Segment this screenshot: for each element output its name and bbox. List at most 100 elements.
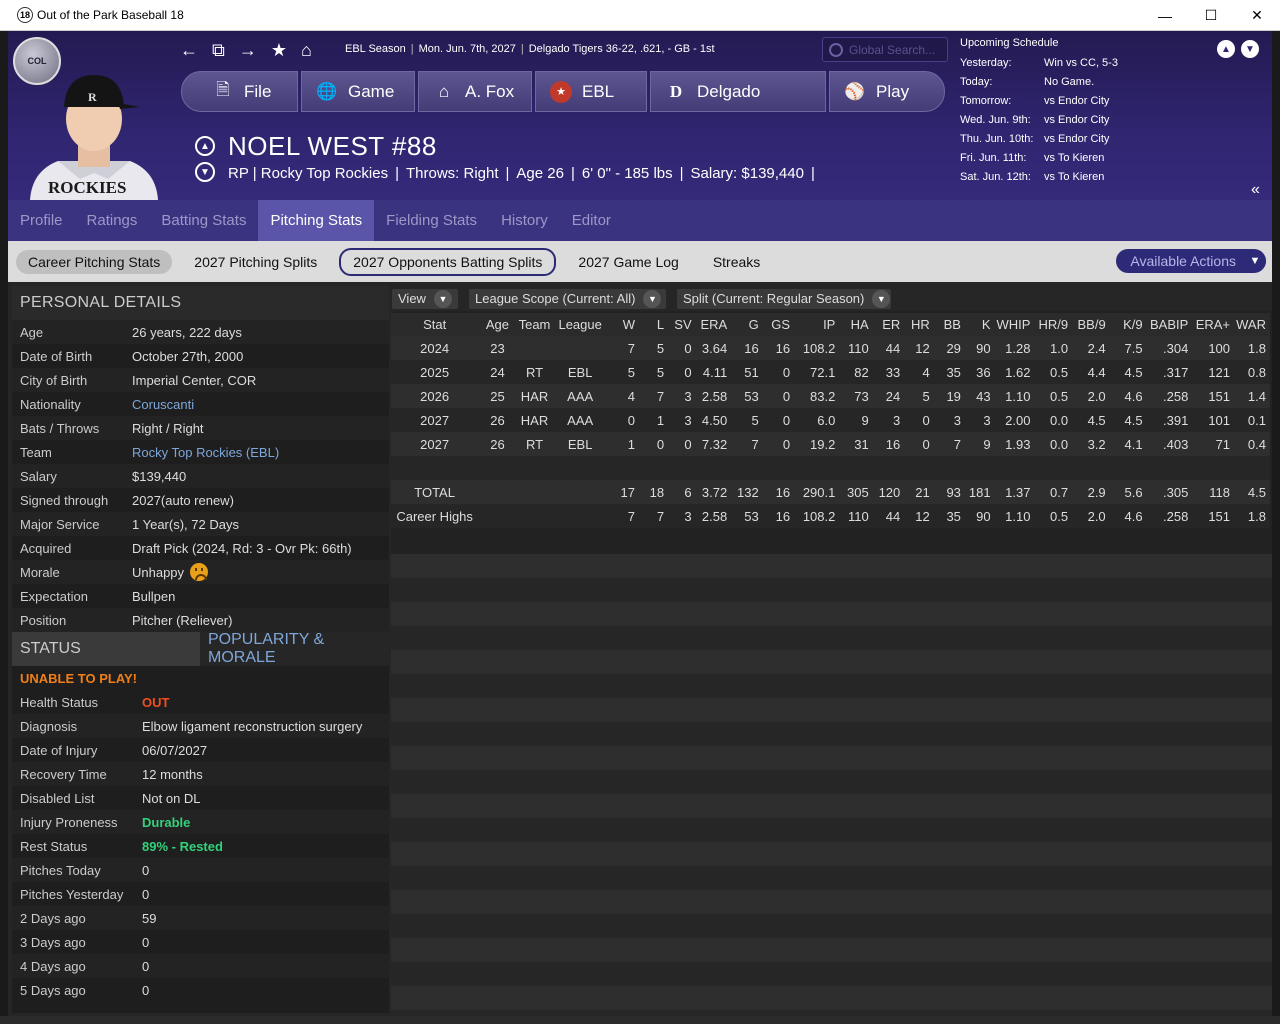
column-header[interactable]: HR — [904, 313, 934, 336]
tab-editor[interactable]: Editor — [560, 200, 623, 241]
split-dropdown[interactable]: Split (Current: Regular Season) ▼ — [677, 288, 891, 309]
status-value: Durable — [142, 814, 191, 830]
column-header[interactable]: GS — [762, 313, 795, 336]
copy-icon[interactable]: ⧉ — [212, 40, 225, 61]
column-header[interactable]: Age — [482, 313, 517, 336]
home-outline-icon: ⌂ — [438, 81, 450, 101]
tab-ratings[interactable]: Ratings — [75, 200, 150, 241]
back-arrow-icon[interactable]: ← — [180, 40, 198, 61]
tab-pitching-stats[interactable]: Pitching Stats — [258, 200, 375, 241]
column-header[interactable]: W — [608, 313, 639, 336]
table-cell: 1.0 — [1034, 336, 1073, 360]
column-header[interactable]: Team — [516, 313, 557, 336]
column-header[interactable]: K — [964, 313, 995, 336]
table-cell: 3 — [933, 408, 965, 432]
column-header[interactable]: HR/9 — [1034, 313, 1073, 336]
table-cell: 1.4 — [1234, 384, 1270, 408]
star-icon[interactable]: ★ — [271, 40, 287, 61]
subtab-pitching-splits[interactable]: 2027 Pitching Splits — [182, 250, 329, 274]
forward-arrow-icon[interactable]: → — [239, 40, 257, 61]
table-cell — [994, 456, 1035, 480]
details-panel: PERSONAL DETAILS Age 26 years, 222 days Da… — [12, 286, 389, 1013]
subtab-game-log[interactable]: 2027 Game Log — [566, 250, 690, 274]
global-search-input[interactable]: Global Search... — [822, 37, 948, 62]
tab-fielding-stats[interactable]: Fielding Stats — [374, 200, 489, 241]
column-header[interactable]: ERA+ — [1192, 313, 1235, 336]
next-player-button[interactable]: ▼ — [195, 162, 215, 182]
status-tab[interactable]: STATUS — [12, 632, 200, 666]
column-header[interactable]: K/9 — [1109, 313, 1147, 336]
play-button[interactable]: ⚾ Play — [829, 71, 945, 112]
table-cell: 2027 — [391, 432, 483, 456]
manager-button[interactable]: ⌂ A. Fox — [418, 71, 532, 112]
detail-value: Unhappy — [132, 564, 185, 580]
table-cell: 3 — [964, 408, 995, 432]
column-header[interactable]: ER — [872, 313, 905, 336]
maximize-button[interactable]: ☐ — [1188, 0, 1234, 31]
view-dropdown[interactable]: View ▼ — [392, 288, 458, 309]
table-cell: 2025 — [391, 360, 483, 384]
tab-profile[interactable]: Profile — [8, 200, 75, 241]
column-header[interactable]: League — [556, 313, 608, 336]
status-row: Diagnosis Elbow ligament reconstruction s… — [12, 714, 389, 738]
table-cell: 118 — [1192, 480, 1235, 504]
minimize-button[interactable]: — — [1142, 0, 1188, 31]
available-actions-dropdown[interactable]: Available Actions ▼ — [1116, 249, 1266, 273]
game-button[interactable]: 🌐 Game — [301, 71, 415, 112]
team-button[interactable]: D Delgado — [650, 71, 826, 112]
chevron-down-icon: ▼ — [872, 289, 891, 308]
schedule-up-button[interactable]: ▲ — [1217, 40, 1235, 58]
column-header[interactable]: IP — [794, 313, 840, 336]
stats-panel: View ▼ League Scope (Current: All) ▼ Split… — [391, 286, 1272, 1013]
previous-player-button[interactable]: ▲ — [195, 136, 215, 156]
table-cell: 1.10 — [994, 384, 1035, 408]
column-header[interactable]: Stat — [391, 313, 483, 336]
table-cell: 0.7 — [1034, 480, 1073, 504]
schedule-down-button[interactable]: ▼ — [1241, 40, 1259, 58]
status-value: 0 — [142, 862, 150, 878]
detail-row: Salary $139,440 — [12, 464, 389, 488]
subtab-streaks[interactable]: Streaks — [701, 250, 772, 274]
table-cell: 3 — [668, 408, 696, 432]
column-header[interactable]: SV — [668, 313, 696, 336]
table-cell — [695, 456, 732, 480]
subtab-opponents-batting-splits[interactable]: 2027 Opponents Batting Splits — [339, 247, 557, 276]
column-header[interactable]: WHIP — [994, 313, 1035, 336]
home-icon[interactable]: ⌂ — [301, 40, 312, 61]
detail-value[interactable]: Coruscanti — [132, 397, 194, 412]
detail-value[interactable]: Rocky Top Rockies (EBL) — [132, 445, 279, 460]
column-header[interactable]: HA — [839, 313, 873, 336]
table-cell: 0.5 — [1034, 360, 1073, 384]
table-cell: 9 — [839, 408, 873, 432]
table-cell: 33 — [872, 360, 905, 384]
collapse-panel-icon[interactable]: « — [1251, 181, 1260, 199]
unable-to-play-alert: UNABLE TO PLAY! — [20, 670, 138, 686]
column-header[interactable]: ERA — [695, 313, 732, 336]
status-row: Rest Status 89% - Rested — [12, 834, 389, 858]
table-cell: 25 — [482, 384, 517, 408]
file-button[interactable]: 🗎 File — [181, 71, 298, 112]
column-header[interactable]: G — [731, 313, 763, 336]
column-header[interactable]: BB/9 — [1072, 313, 1110, 336]
subtab-career-pitching[interactable]: Career Pitching Stats — [16, 249, 173, 274]
status-value: 89% - Rested — [142, 838, 223, 854]
column-header[interactable]: WAR — [1234, 313, 1270, 336]
column-header[interactable]: L — [638, 313, 669, 336]
tab-batting-stats[interactable]: Batting Stats — [149, 200, 258, 241]
popularity-morale-tab[interactable]: POPULARITY & MORALE — [200, 631, 389, 666]
table-cell — [391, 456, 483, 480]
column-header[interactable]: BABIP — [1146, 313, 1193, 336]
league-scope-dropdown[interactable]: League Scope (Current: All) ▼ — [469, 288, 666, 309]
detail-value: Bullpen — [132, 588, 176, 604]
close-button[interactable]: ✕ — [1234, 0, 1280, 31]
table-cell: 101 — [1192, 408, 1235, 432]
table-cell — [516, 504, 557, 528]
table-cell: 4.5 — [1109, 408, 1147, 432]
table-cell — [556, 336, 608, 360]
tab-history[interactable]: History — [489, 200, 560, 241]
globe-icon: 🌐 — [316, 81, 338, 101]
column-header[interactable]: BB — [933, 313, 965, 336]
league-button[interactable]: ★ EBL — [535, 71, 647, 112]
table-cell: .305 — [1146, 480, 1193, 504]
detail-label: Acquired — [20, 540, 72, 556]
